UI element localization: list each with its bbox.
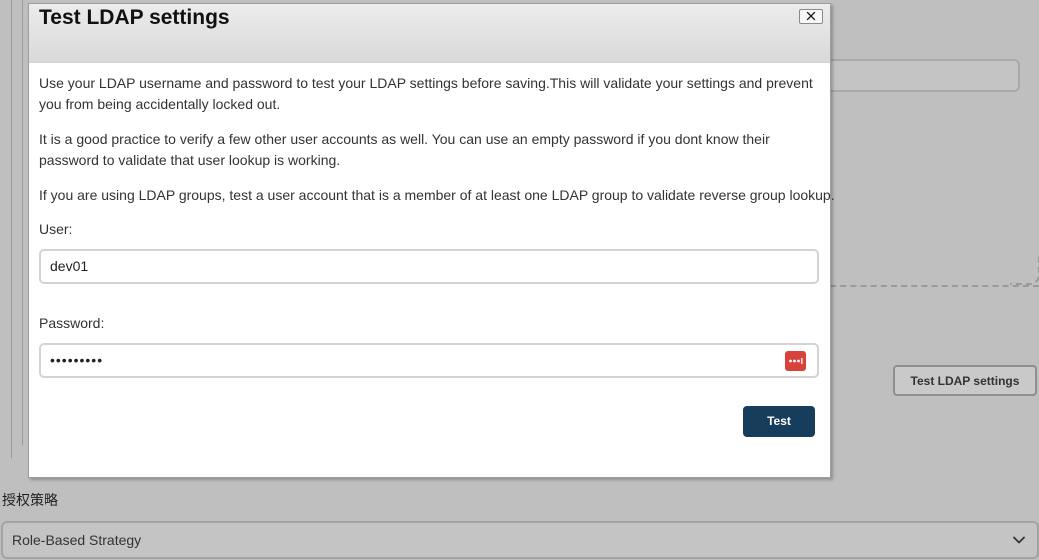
close-icon bbox=[806, 8, 816, 26]
instruction-paragraph-2: It is a good practice to verify a few ot… bbox=[39, 131, 770, 168]
chevron-down-icon bbox=[1011, 532, 1027, 548]
user-input-value: dev01 bbox=[50, 258, 89, 274]
bg-border-line-inner bbox=[22, 0, 23, 445]
bg-dashed-box-border bbox=[820, 285, 1039, 287]
authorization-strategy-value: Role-Based Strategy bbox=[12, 532, 142, 548]
bg-border-line-left bbox=[11, 0, 12, 458]
dialog-header: Test LDAP settings bbox=[29, 4, 830, 63]
password-input-value: ••••••••• bbox=[50, 352, 104, 368]
user-input[interactable]: dev01 bbox=[39, 249, 819, 284]
password-label: Password: bbox=[39, 315, 105, 331]
password-manager-icon[interactable] bbox=[785, 351, 806, 371]
dialog-title: Test LDAP settings bbox=[39, 6, 230, 29]
test-button[interactable]: Test bbox=[743, 406, 815, 437]
close-button[interactable] bbox=[799, 9, 823, 24]
instruction-paragraph-1: Use your LDAP username and password to t… bbox=[39, 75, 813, 112]
password-input[interactable]: ••••••••• bbox=[39, 343, 819, 378]
authorization-strategy-select[interactable]: Role-Based Strategy bbox=[1, 521, 1039, 559]
bg-text-input[interactable] bbox=[800, 59, 1020, 92]
instruction-paragraph-3: If you are using LDAP groups, test a use… bbox=[39, 187, 835, 203]
bg-test-ldap-settings-button[interactable]: Test LDAP settings bbox=[893, 365, 1037, 396]
test-ldap-dialog: Test LDAP settings Use your LDAP usernam… bbox=[28, 3, 835, 478]
bg-dashed-box-corner bbox=[1010, 255, 1039, 285]
authorization-strategy-label: 授权策略 bbox=[2, 493, 58, 509]
user-label: User: bbox=[39, 221, 73, 237]
